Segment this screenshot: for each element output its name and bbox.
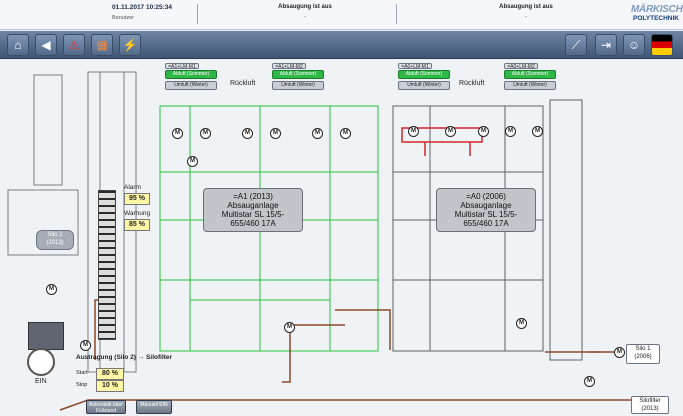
warning-value[interactable]: 85 % (124, 219, 150, 231)
tag-label: =A1+LM-M1 (165, 63, 199, 70)
start-label: Start (76, 370, 88, 376)
ein-switch[interactable] (27, 348, 55, 376)
ein-label: EIN (35, 378, 47, 385)
discharge-unit (28, 322, 64, 350)
motor-icon[interactable]: M (172, 128, 183, 139)
motor-icon[interactable]: M (614, 347, 625, 358)
motor-icon[interactable]: M (505, 126, 516, 137)
a1-abluft-sommer-2-button[interactable]: Abluft (Sommer) (272, 70, 324, 79)
motor-icon[interactable]: M (340, 128, 351, 139)
motor-icon[interactable]: M (284, 322, 295, 333)
silo2-indicator[interactable]: Silo 2 (2013) (36, 230, 74, 250)
alarm-value[interactable]: 95 % (124, 193, 150, 205)
motor-icon[interactable]: M (445, 126, 456, 137)
motor-icon[interactable]: M (270, 128, 281, 139)
exit-icon[interactable]: ⇥ (595, 34, 617, 56)
a1-plant-title: =A1 (2013) Absauganlage Multistar SL 15/… (203, 188, 303, 232)
motor-icon[interactable]: M (242, 128, 253, 139)
automatic-button[interactable]: Automatik über Füllstand (86, 400, 126, 414)
message-2: Absaugung ist aus (499, 4, 553, 10)
a1-umluft-winter-2-button[interactable]: Umluft (Winter) (272, 81, 324, 90)
motor-icon[interactable]: M (187, 156, 198, 167)
message-2-sub: - (525, 14, 527, 20)
motor-icon[interactable]: M (408, 126, 419, 137)
motor-icon[interactable]: M (200, 128, 211, 139)
a0-umluft-winter-2-button[interactable]: Umluft (Winter) (504, 81, 556, 90)
silofilter-box[interactable]: Silofilter (2013) (631, 396, 669, 414)
motor-icon[interactable]: M (80, 340, 91, 351)
a1-abluft-sommer-button[interactable]: Abluft (Sommer) (165, 70, 217, 79)
tag-label: =A0+LM-M2 (504, 63, 538, 70)
silo1-box[interactable]: Silo 1 (2006) (626, 344, 660, 364)
message-1-sub: - (304, 14, 306, 20)
motor-icon[interactable]: M (532, 126, 543, 137)
home-icon[interactable]: ⌂ (7, 34, 29, 56)
toolbar: ⌂ ◀ ⚠ ▦ ⚡ ⟋ ⇥ ☺ (0, 31, 683, 59)
back-icon[interactable]: ◀ (35, 34, 57, 56)
user-label: Benutzer (112, 15, 135, 21)
divider (197, 4, 198, 24)
datetime: 01.11.2017 10:25:34 (112, 4, 172, 11)
austragung-title: Austragung (Silo 2) → Silofilter (76, 354, 173, 361)
message-1: Absaugung ist aus (278, 4, 332, 10)
stop-value[interactable]: 10 % (96, 380, 124, 392)
a1-umluft-winter-button[interactable]: Umluft (Winter) (165, 81, 217, 90)
motor-icon[interactable]: M (312, 128, 323, 139)
company-logo: MÄRKISCHE POLYTECHNIK (631, 4, 683, 22)
a0-abluft-sommer-button[interactable]: Abluft (Sommer) (398, 70, 450, 79)
a0-umluft-winter-button[interactable]: Umluft (Winter) (398, 81, 450, 90)
tag-label: =A1+LM-M2 (272, 63, 306, 70)
user-icon[interactable]: ☺ (623, 34, 645, 56)
status-bar: 01.11.2017 10:25:34 Benutzer Absaugung i… (0, 0, 683, 30)
tag-label: =A0+LM-M1 (398, 63, 432, 70)
flash-icon[interactable]: ⚡ (119, 34, 141, 56)
manual-on-button[interactable]: Manuell EIN (136, 400, 172, 414)
stop-label: Stop (76, 382, 88, 388)
motor-icon[interactable]: M (584, 376, 595, 387)
a1-rueckluft-label: Rückluft (230, 80, 256, 87)
a0-rueckluft-label: Rückluft (459, 80, 485, 87)
motor-icon[interactable]: M (46, 284, 57, 295)
motor-icon[interactable]: M (478, 126, 489, 137)
warning-label: Warnung (124, 210, 151, 217)
divider (396, 4, 397, 24)
motor-icon[interactable]: M (516, 318, 527, 329)
flag-de-icon[interactable] (651, 34, 673, 56)
alarm-icon[interactable]: ⚠ (63, 34, 85, 56)
a0-abluft-sommer-2-button[interactable]: Abluft (Sommer) (504, 70, 556, 79)
silo-level-gauge (98, 190, 116, 340)
a0-plant-title: =A0 (2006) Absauganlage Multistar SL 15/… (436, 188, 536, 232)
process-canvas: =A1+LM-M1 Abluft (Sommer) Umluft (Winter… (0, 60, 683, 416)
tools-icon[interactable]: ⟋ (565, 34, 587, 56)
report-icon[interactable]: ▦ (91, 34, 113, 56)
alarm-label: Alarm (124, 184, 141, 191)
start-value[interactable]: 80 % (96, 368, 124, 380)
